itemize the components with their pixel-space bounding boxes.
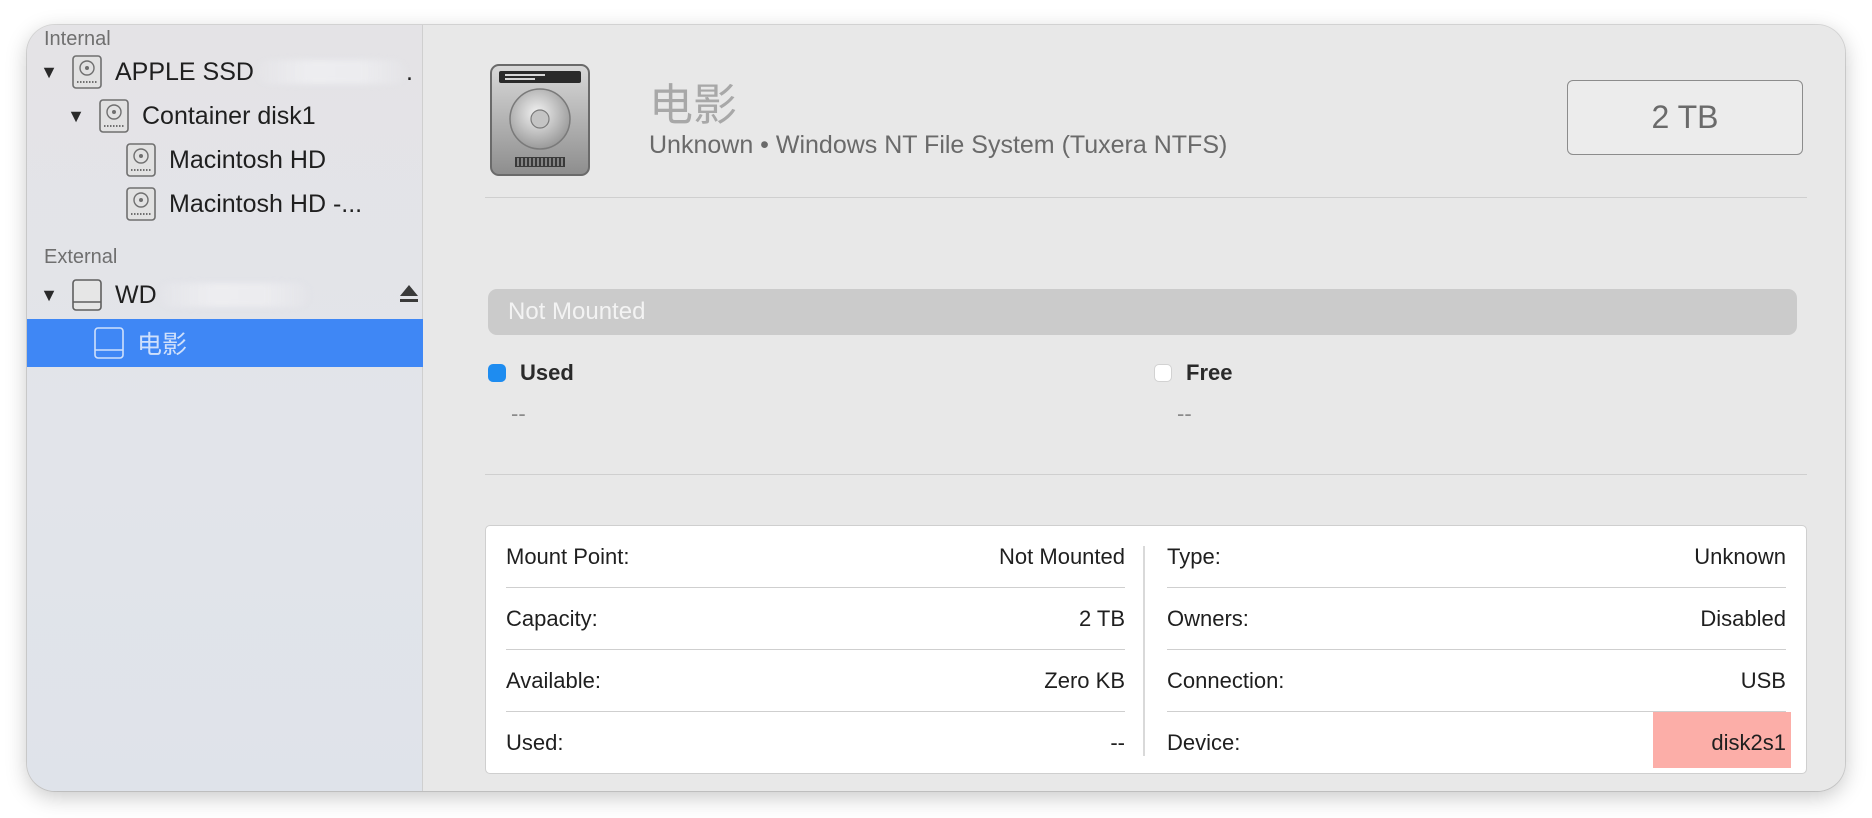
sidebar-item-label: Container disk1 bbox=[142, 101, 316, 130]
info-value: Disabled bbox=[1700, 605, 1786, 631]
disclosure-triangle-icon[interactable]: ▼ bbox=[64, 106, 88, 127]
legend-used-label: Used bbox=[520, 360, 574, 385]
redacted-text bbox=[255, 60, 406, 84]
disclosure-triangle-icon[interactable]: ▼ bbox=[37, 62, 61, 83]
used-swatch bbox=[488, 364, 506, 382]
external-disk-icon bbox=[72, 279, 102, 311]
info-column-right: Type: Unknown Owners: Disabled Connectio… bbox=[1167, 526, 1791, 774]
info-value: Unknown bbox=[1694, 543, 1786, 569]
sidebar-item-apple-ssd[interactable]: ▼ APPLE SSD . bbox=[27, 48, 432, 96]
sidebar-item-label: 电影 bbox=[137, 331, 188, 359]
volume-name: 电影 bbox=[649, 81, 737, 130]
internal-disk-icon bbox=[72, 55, 102, 89]
sidebar-item-label: Macintosh HD bbox=[169, 145, 326, 174]
hard-drive-icon bbox=[490, 64, 590, 176]
info-value: 2 TB bbox=[1078, 605, 1125, 631]
volume-size-badge: 2 TB bbox=[1567, 80, 1803, 155]
column-separator bbox=[1143, 546, 1145, 756]
info-label: Available: bbox=[506, 667, 601, 693]
sidebar-item-suffix: . bbox=[405, 57, 413, 86]
info-value: Zero KB bbox=[1044, 667, 1125, 693]
eject-icon[interactable] bbox=[398, 281, 420, 307]
usage-bar: Not Mounted bbox=[488, 289, 1797, 335]
internal-disk-icon bbox=[126, 187, 156, 221]
info-value: Not Mounted bbox=[999, 543, 1125, 569]
internal-disk-icon bbox=[126, 143, 156, 177]
divider bbox=[485, 474, 1807, 475]
divider bbox=[485, 197, 1807, 198]
legend-free-label: Free bbox=[1186, 360, 1233, 385]
redacted-text bbox=[158, 283, 309, 307]
info-label: Connection: bbox=[1167, 667, 1285, 693]
info-row-mount-point: Mount Point: Not Mounted bbox=[506, 526, 1125, 588]
info-value: disk2s1 bbox=[1711, 730, 1786, 755]
legend-used-value: -- bbox=[511, 401, 526, 426]
sidebar-item-movies[interactable]: 电影 bbox=[27, 319, 488, 367]
disk-utility-window: Internal ▼ APPLE SSD . ▼ Container disk1 bbox=[27, 25, 1845, 791]
main-panel: 电影 Unknown • Windows NT File System (Tux… bbox=[423, 25, 1845, 791]
info-value: USB bbox=[1740, 667, 1786, 693]
legend-free: Free bbox=[1154, 360, 1232, 386]
info-label: Owners: bbox=[1167, 605, 1249, 631]
info-row-type: Type: Unknown bbox=[1167, 526, 1786, 588]
legend-used: Used bbox=[488, 360, 574, 386]
section-header-external: External bbox=[44, 246, 118, 268]
sidebar-item-label: Macintosh HD -... bbox=[169, 189, 363, 218]
info-row-capacity: Capacity: 2 TB bbox=[506, 588, 1125, 650]
sidebar-item-label: APPLE SSD bbox=[115, 57, 254, 86]
external-disk-icon bbox=[94, 327, 124, 359]
info-label: Mount Point: bbox=[506, 543, 630, 569]
info-table: Mount Point: Not Mounted Capacity: 2 TB … bbox=[485, 525, 1807, 774]
mount-status-label: Not Mounted bbox=[508, 298, 646, 325]
free-swatch bbox=[1154, 364, 1172, 382]
info-value: -- bbox=[1110, 730, 1125, 755]
info-row-device: Device: disk2s1 bbox=[1167, 712, 1791, 774]
info-row-used: Used: -- bbox=[506, 712, 1125, 774]
volume-description: Unknown • Windows NT File System (Tuxera… bbox=[649, 131, 1228, 159]
internal-disk-icon bbox=[99, 99, 129, 133]
info-label: Capacity: bbox=[506, 605, 598, 631]
legend-free-value: -- bbox=[1177, 401, 1192, 426]
info-column-left: Mount Point: Not Mounted Capacity: 2 TB … bbox=[506, 526, 1125, 774]
sidebar-item-label: WD bbox=[115, 280, 157, 309]
sidebar: Internal ▼ APPLE SSD . ▼ Container disk1 bbox=[27, 25, 488, 791]
info-label: Type: bbox=[1167, 543, 1221, 569]
sidebar-item-wd[interactable]: ▼ WD bbox=[27, 271, 432, 319]
disclosure-triangle-icon[interactable]: ▼ bbox=[37, 285, 61, 306]
info-label: Device: bbox=[1167, 730, 1241, 755]
info-row-available: Available: Zero KB bbox=[506, 650, 1125, 712]
info-row-connection: Connection: USB bbox=[1167, 650, 1786, 712]
info-row-owners: Owners: Disabled bbox=[1167, 588, 1786, 650]
sidebar-item-container-disk1[interactable]: ▼ Container disk1 bbox=[27, 92, 459, 140]
info-label: Used: bbox=[506, 730, 564, 755]
